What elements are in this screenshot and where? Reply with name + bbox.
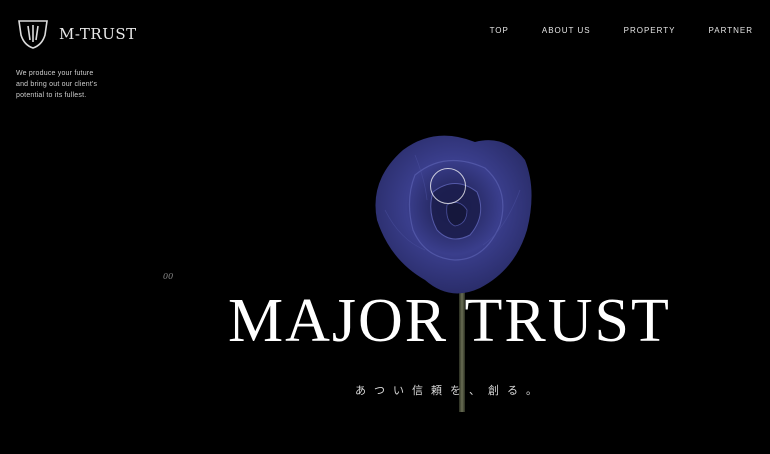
nav-top[interactable]: TOP bbox=[490, 26, 509, 35]
blue-rose-image bbox=[375, 135, 532, 412]
nav-about-us[interactable]: ABOUT US bbox=[542, 26, 591, 35]
brand-name: M-TRUST bbox=[59, 25, 137, 43]
cursor-ring bbox=[430, 168, 466, 204]
nav-property[interactable]: PROPERTY bbox=[624, 26, 676, 35]
hero-subheadline: あつい信頼を、創る。 bbox=[355, 384, 545, 397]
slide-index: 00 bbox=[163, 272, 174, 281]
shield-crest-icon bbox=[18, 20, 48, 49]
main-nav: TOP ABOUT US PROPERTY PARTNER bbox=[457, 26, 753, 35]
hero-headline: MAJOR TRUST bbox=[228, 287, 671, 355]
brand-logo[interactable]: M-TRUST bbox=[16, 18, 137, 50]
nav-partner[interactable]: PARTNER bbox=[709, 26, 754, 35]
hero-tagline: We produce your future and bring out our… bbox=[16, 70, 98, 99]
